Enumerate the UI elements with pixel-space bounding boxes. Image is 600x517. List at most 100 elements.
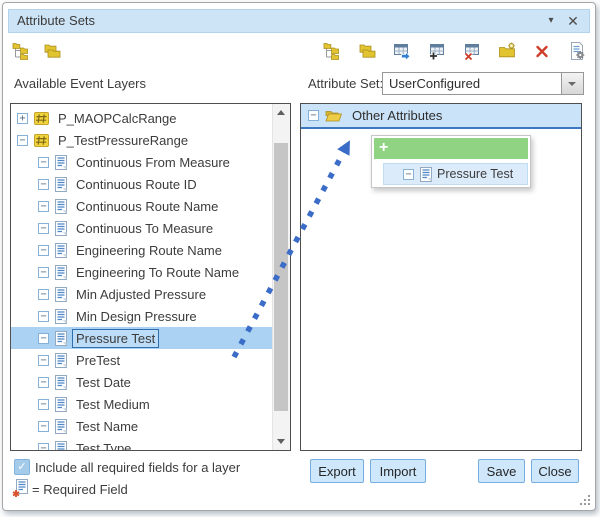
tree-row[interactable]: − Test Type xyxy=(11,437,273,451)
tree-item-label: Min Adjusted Pressure xyxy=(72,285,210,304)
export-table-icon[interactable] xyxy=(393,42,411,60)
required-field-icon xyxy=(12,479,29,503)
import-button[interactable]: Import xyxy=(370,459,426,483)
tree-item-label: Test Date xyxy=(72,373,135,392)
tree-item-label: Continuous From Measure xyxy=(72,153,234,172)
attribute-sets-dialog: Attribute Sets ▾ ✕ xyxy=(2,2,596,511)
tree-row[interactable]: − Engineering Route Name xyxy=(11,239,273,261)
expand-toggle[interactable]: − xyxy=(38,289,49,300)
dragged-item-row: − Pressure Test xyxy=(383,163,528,185)
close-button[interactable]: Close xyxy=(531,459,579,483)
field-icon xyxy=(55,265,67,280)
tree-row[interactable]: − Continuous Route ID xyxy=(11,173,273,195)
open-attribute-folder-icon[interactable] xyxy=(358,42,376,60)
drop-indicator: + xyxy=(374,138,528,159)
expand-toggle[interactable]: + xyxy=(17,113,28,124)
add-table-icon[interactable] xyxy=(428,42,446,60)
attribute-set-dropdown[interactable]: UserConfigured xyxy=(382,72,584,95)
dropdown-button[interactable] xyxy=(561,73,583,94)
tree-item-label: Engineering Route Name xyxy=(72,241,226,260)
expand-toggle[interactable]: − xyxy=(308,110,319,121)
tree-row[interactable]: − Min Adjusted Pressure xyxy=(11,283,273,305)
open-event-layer-folder-icon[interactable] xyxy=(43,42,61,60)
event-layer-icon xyxy=(34,112,49,125)
attribute-set-value: UserConfigured xyxy=(389,76,480,91)
tree-row[interactable]: − PreTest xyxy=(11,349,273,371)
tree-row[interactable]: − Test Date xyxy=(11,371,273,393)
right-toolbar xyxy=(323,42,586,60)
add-event-layer-tree-icon[interactable] xyxy=(12,42,30,60)
tree-row[interactable]: − Continuous Route Name xyxy=(11,195,273,217)
other-attributes-row[interactable]: − Other Attributes xyxy=(301,104,581,129)
resize-grip[interactable] xyxy=(580,495,590,505)
tree-item-label: Min Design Pressure xyxy=(72,307,201,326)
field-icon xyxy=(55,177,67,192)
scroll-up-icon[interactable] xyxy=(273,104,290,121)
tree-row[interactable]: − Test Medium xyxy=(11,393,273,415)
expand-toggle[interactable]: − xyxy=(38,377,49,388)
field-icon xyxy=(55,419,67,434)
delete-icon[interactable] xyxy=(533,42,551,60)
tree-item-label: Continuous Route Name xyxy=(72,197,222,216)
scroll-down-icon[interactable] xyxy=(273,433,290,450)
collapse-icon[interactable]: ▾ xyxy=(541,10,561,32)
required-field-legend: = Required Field xyxy=(32,482,128,497)
tree-row[interactable]: − Pressure Test xyxy=(11,327,273,349)
field-icon xyxy=(55,441,67,452)
expand-toggle[interactable]: − xyxy=(38,157,49,168)
tree-row[interactable]: + P_MAOPCalcRange xyxy=(11,107,273,129)
tree-row[interactable]: − Test Name xyxy=(11,415,273,437)
scrollbar-thumb[interactable] xyxy=(274,143,288,411)
expand-toggle[interactable]: − xyxy=(38,355,49,366)
field-icon xyxy=(55,287,67,302)
attribute-set-label: Attribute Set: xyxy=(308,76,383,91)
field-icon xyxy=(55,155,67,170)
tree-item-label: Test Name xyxy=(72,417,142,436)
open-folder-icon xyxy=(325,109,342,122)
field-icon xyxy=(55,331,67,346)
expand-toggle[interactable]: − xyxy=(38,201,49,212)
tree-item-label: P_MAOPCalcRange xyxy=(54,109,181,128)
expand-toggle[interactable]: − xyxy=(38,443,49,452)
expand-toggle[interactable]: − xyxy=(17,135,28,146)
other-attributes-label: Other Attributes xyxy=(352,108,442,123)
expand-toggle[interactable]: − xyxy=(38,245,49,256)
new-attribute-set-folder-icon[interactable] xyxy=(498,42,516,60)
field-icon xyxy=(55,375,67,390)
tree-item-label: P_TestPressureRange xyxy=(54,131,192,150)
field-icon xyxy=(55,353,67,368)
remove-table-icon[interactable] xyxy=(463,42,481,60)
left-toolbar xyxy=(12,42,61,60)
include-required-checkbox[interactable]: ✓ xyxy=(14,459,30,475)
tree-item-label: Test Medium xyxy=(72,395,154,414)
expand-toggle[interactable]: − xyxy=(38,311,49,322)
attribute-set-panel: − Other Attributes + − xyxy=(300,103,582,451)
expand-toggle[interactable]: − xyxy=(38,399,49,410)
tree-row[interactable]: − P_TestPressureRange xyxy=(11,129,273,151)
plus-icon: + xyxy=(379,139,388,156)
tree-row[interactable]: − Continuous From Measure xyxy=(11,151,273,173)
add-attribute-tree-icon[interactable] xyxy=(323,42,341,60)
tree-row[interactable]: − Continuous To Measure xyxy=(11,217,273,239)
tree-row[interactable]: − Min Design Pressure xyxy=(11,305,273,327)
save-button[interactable]: Save xyxy=(478,459,525,483)
available-event-layers-panel: + P_MAOPCalcRange − P_TestPressureRange … xyxy=(10,103,291,451)
event-layer-tree: + P_MAOPCalcRange − P_TestPressureRange … xyxy=(11,104,273,451)
expand-toggle: − xyxy=(403,169,414,180)
expand-toggle[interactable]: − xyxy=(38,421,49,432)
expand-toggle[interactable]: − xyxy=(38,267,49,278)
tree-scrollbar[interactable] xyxy=(272,104,290,450)
expand-toggle[interactable]: − xyxy=(38,223,49,234)
available-event-layers-label: Available Event Layers xyxy=(14,76,146,91)
field-icon xyxy=(55,221,67,236)
tree-item-label: Continuous Route ID xyxy=(72,175,201,194)
configure-document-icon[interactable] xyxy=(568,42,586,60)
tree-row[interactable]: − Engineering To Route Name xyxy=(11,261,273,283)
expand-toggle[interactable]: − xyxy=(38,333,49,344)
event-layer-icon xyxy=(34,134,49,147)
expand-toggle[interactable]: − xyxy=(38,179,49,190)
tree-item-label: Engineering To Route Name xyxy=(72,263,243,282)
close-icon[interactable]: ✕ xyxy=(563,10,583,32)
field-icon xyxy=(55,199,67,214)
export-button[interactable]: Export xyxy=(310,459,364,483)
